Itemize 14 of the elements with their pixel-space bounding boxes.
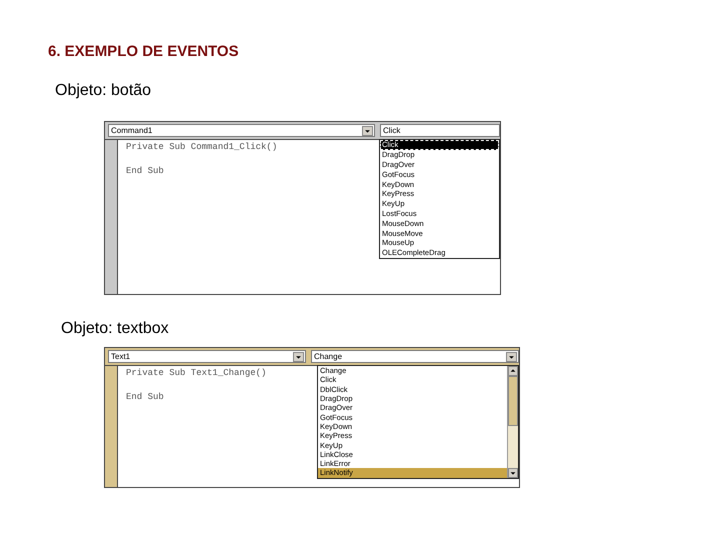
event-dropdown[interactable]: Click <box>380 124 500 137</box>
event-dropdown[interactable]: Change <box>311 350 519 363</box>
code-line: Private Sub Text1_Change() <box>126 368 266 378</box>
scrollbar[interactable] <box>507 366 518 478</box>
object-dropdown[interactable]: Text1 <box>108 350 306 363</box>
scroll-down-icon[interactable] <box>508 468 518 478</box>
code-line: End Sub <box>126 166 164 176</box>
code-line: End Sub <box>126 392 164 402</box>
caption: Objeto: textbox <box>61 320 169 338</box>
object-dropdown[interactable]: Command1 <box>108 124 375 137</box>
slide-title: 6. EXEMPLO DE EVENTOS <box>48 43 239 60</box>
scroll-up-icon[interactable] <box>508 366 518 376</box>
caption: Objeto: botão <box>55 82 152 100</box>
code-line: Private Sub Command1_Click() <box>126 142 278 152</box>
